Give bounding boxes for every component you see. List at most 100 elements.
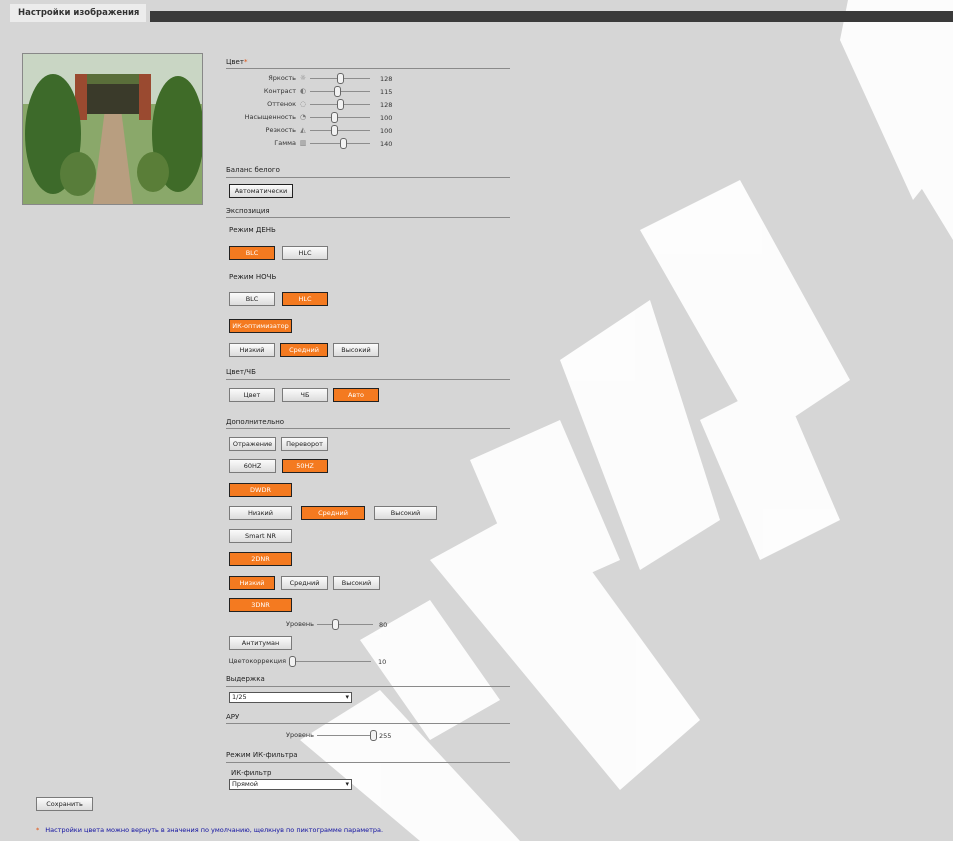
dnr2-low-button[interactable]: Низкий (229, 576, 275, 590)
slider-thumb[interactable] (330, 125, 338, 136)
color-mode-button[interactable]: Цвет (229, 388, 275, 402)
note-star: * (36, 826, 40, 834)
slider-thumb[interactable] (337, 73, 345, 84)
shutter-select[interactable]: 1/25 ▾ (229, 692, 352, 703)
slider-track[interactable] (317, 735, 373, 736)
slider-label: Оттенок (267, 100, 296, 108)
save-button[interactable]: Сохранить (36, 797, 93, 811)
section-color-label: Цвет (226, 58, 244, 66)
section-agc-title: АРУ (226, 713, 240, 721)
flip-button[interactable]: Переворот (281, 437, 328, 451)
slider-label: Цветокоррекция (228, 657, 286, 665)
smart-nr-button[interactable]: Smart NR (229, 529, 292, 543)
dnr2-mid-button[interactable]: Средний (281, 576, 328, 590)
chevron-down-icon: ▾ (345, 780, 349, 788)
antifog-button[interactable]: Антитуман (229, 636, 292, 650)
slider-track[interactable] (310, 117, 370, 118)
section-divider (226, 686, 510, 687)
slider-value: 255 (379, 732, 392, 740)
slider-thumb[interactable] (331, 619, 339, 630)
hz60-button[interactable]: 60HZ (229, 459, 276, 473)
slider-value: 100 (380, 114, 393, 122)
slider-value: 140 (380, 140, 393, 148)
header-strip (150, 11, 953, 22)
chevron-down-icon: ▾ (345, 693, 349, 701)
day-mode-label: Режим ДЕНЬ (229, 226, 276, 234)
mirror-button[interactable]: Отражение (229, 437, 276, 451)
slider-label: Контраст (263, 87, 296, 95)
slider-thumb[interactable] (289, 656, 297, 667)
slider-thumb[interactable] (339, 138, 347, 149)
section-color-title: Цвет* (226, 58, 247, 66)
dwdr-mid-button[interactable]: Средний (301, 506, 365, 520)
slider-thumb[interactable] (330, 112, 338, 123)
slider-label: Резкость (265, 126, 296, 134)
slider-thumb[interactable] (370, 730, 377, 741)
section-divider (226, 723, 510, 724)
slider-thumb[interactable] (337, 99, 345, 110)
ir-filter-label: ИК-фильтр (231, 769, 272, 777)
dnr3-button[interactable]: 3DNR (229, 598, 292, 612)
ir-low-button[interactable]: Низкий (229, 343, 275, 357)
slider-label: Гамма (274, 139, 296, 147)
shutter-select-value: 1/25 (232, 693, 247, 701)
section-divider (226, 68, 510, 69)
section-divider (226, 762, 510, 763)
night-blc-button[interactable]: BLC (229, 292, 275, 306)
tab-image-settings[interactable]: Настройки изображения (10, 4, 146, 22)
dnr2-high-button[interactable]: Высокий (333, 576, 380, 590)
camera-preview-image (22, 53, 203, 205)
bw-mode-button[interactable]: ЧБ (282, 388, 328, 402)
ir-high-button[interactable]: Высокий (333, 343, 379, 357)
section-shutter-title: Выдержка (226, 675, 265, 683)
slider-value: 115 (380, 88, 393, 96)
ir-mid-button[interactable]: Средний (280, 343, 328, 357)
hue-icon[interactable]: ◌ (299, 100, 307, 108)
section-divider (226, 217, 510, 218)
sun-icon[interactable]: ☼ (299, 74, 307, 82)
footer-note: * Настройки цвета можно вернуть в значени… (36, 826, 383, 834)
sharpness-icon[interactable]: ◭ (299, 126, 307, 134)
slider-value: 128 (380, 101, 393, 109)
dwdr-button[interactable]: DWDR (229, 483, 292, 497)
slider-value: 10 (378, 658, 387, 666)
required-star: * (243, 58, 248, 66)
hz50-button[interactable]: 50HZ (282, 459, 328, 473)
slider-value: 100 (380, 127, 393, 135)
dnr2-button[interactable]: 2DNR (229, 552, 292, 566)
slider-track[interactable] (289, 661, 371, 662)
slider-value: 80 (379, 621, 388, 629)
section-white-balance-title: Баланс белого (226, 166, 280, 174)
slider-label: Уровень (286, 731, 314, 739)
section-divider (226, 428, 510, 429)
section-additional-title: Дополнительно (226, 418, 285, 426)
auto-mode-button[interactable]: Авто (333, 388, 379, 402)
slider-track[interactable] (317, 624, 373, 625)
slider-label: Уровень (286, 620, 314, 628)
day-hlc-button[interactable]: HLC (282, 246, 328, 260)
slider-label: Насыщенность (244, 113, 296, 121)
gamma-icon[interactable]: ▥ (299, 139, 307, 147)
night-hlc-button[interactable]: HLC (282, 292, 328, 306)
note-text: Настройки цвета можно вернуть в значения… (45, 826, 384, 834)
tab-title: Настройки изображения (18, 8, 140, 18)
section-divider (226, 379, 510, 380)
white-balance-auto-button[interactable]: Автоматически (229, 184, 293, 198)
dwdr-high-button[interactable]: Высокий (374, 506, 437, 520)
slider-value: 128 (380, 75, 393, 83)
slider-track[interactable] (310, 130, 370, 131)
ir-optimizer-button[interactable]: ИК-оптимизатор (229, 319, 292, 333)
slider-thumb[interactable] (334, 86, 342, 97)
contrast-icon[interactable]: ◐ (299, 87, 307, 95)
day-blc-button[interactable]: BLC (229, 246, 275, 260)
section-exposure-title: Экспозиция (226, 207, 270, 215)
section-color-bw-title: Цвет/ЧБ (226, 368, 256, 376)
section-divider (226, 177, 510, 178)
night-mode-label: Режим НОЧЬ (229, 273, 277, 281)
ir-filter-select[interactable]: Прямой ▾ (229, 779, 352, 790)
section-ir-filter-title: Режим ИК-фильтра (226, 751, 298, 759)
saturation-icon[interactable]: ◔ (299, 113, 307, 121)
ir-filter-select-value: Прямой (232, 780, 259, 788)
slider-label: Яркость (268, 74, 296, 82)
dwdr-low-button[interactable]: Низкий (229, 506, 292, 520)
